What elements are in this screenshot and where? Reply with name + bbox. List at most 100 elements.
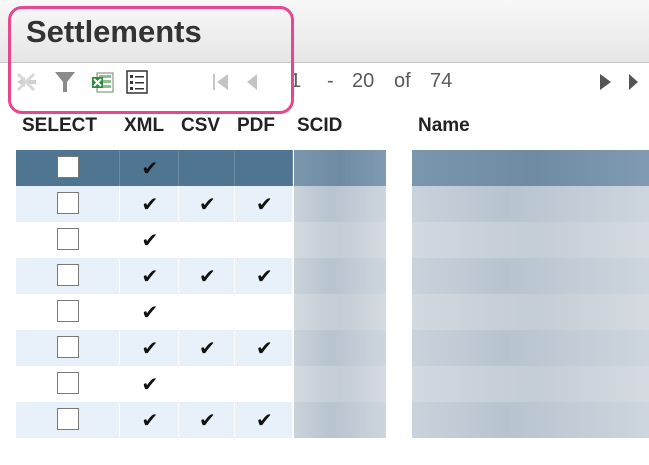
- name-redacted: [412, 330, 649, 366]
- filter-icon[interactable]: [52, 69, 78, 95]
- cell-pdf: ✔: [235, 186, 293, 222]
- col-header-select[interactable]: SELECT: [22, 115, 97, 143]
- check-xml-icon: ✔: [141, 410, 159, 432]
- grid-toolbar: 1 - 20 of 74: [0, 63, 649, 111]
- column-list-icon[interactable]: [124, 69, 150, 95]
- col-header-scid[interactable]: SCID: [297, 115, 342, 143]
- col-header-name[interactable]: Name: [418, 115, 470, 143]
- clear-filter-icon[interactable]: [14, 69, 40, 95]
- cell-csv: ✔: [179, 402, 235, 438]
- cell-csv: ✔: [179, 186, 235, 222]
- name-redacted: [412, 294, 649, 330]
- next-page-icon[interactable]: [592, 69, 618, 95]
- scid-redacted: [294, 186, 386, 222]
- cell-xml: ✔: [120, 222, 179, 258]
- cell-xml: ✔: [120, 402, 179, 438]
- pager-dash: -: [327, 70, 334, 92]
- name-redacted: [412, 186, 649, 222]
- row-select-checkbox[interactable]: [57, 336, 79, 358]
- name-redacted: [412, 150, 649, 186]
- check-xml-icon: ✔: [141, 374, 159, 396]
- col-header-csv[interactable]: CSV: [181, 115, 220, 143]
- panel-titlebar: Settlements: [0, 0, 649, 63]
- cell-xml: ✔: [120, 186, 179, 222]
- name-redacted: [412, 222, 649, 258]
- first-page-icon[interactable]: [208, 69, 234, 95]
- cell-select: [16, 330, 120, 366]
- row-select-checkbox[interactable]: [57, 408, 79, 430]
- table-row[interactable]: ✔: [16, 366, 649, 402]
- cell-xml: ✔: [120, 330, 179, 366]
- cell-csv: [179, 294, 235, 330]
- check-pdf-icon: ✔: [256, 194, 273, 216]
- check-xml-icon: ✔: [141, 230, 159, 252]
- cell-select: [16, 150, 120, 186]
- cell-xml: ✔: [120, 366, 179, 402]
- excel-export-icon[interactable]: [90, 69, 116, 95]
- name-redacted: [412, 402, 649, 438]
- prev-page-icon[interactable]: [240, 69, 266, 95]
- cell-xml: ✔: [120, 294, 179, 330]
- cell-csv: ✔: [179, 330, 235, 366]
- pager-from: 1: [290, 70, 302, 92]
- cell-pdf: ✔: [235, 258, 293, 294]
- table-row[interactable]: ✔ ✔ ✔: [16, 258, 649, 294]
- pager-of-label: of: [394, 70, 411, 92]
- cell-pdf: [235, 294, 293, 330]
- check-xml-icon: ✔: [141, 194, 159, 216]
- check-pdf-icon: ✔: [256, 338, 273, 360]
- row-select-checkbox[interactable]: [57, 300, 79, 322]
- check-pdf-icon: ✔: [256, 410, 273, 432]
- cell-select: [16, 402, 120, 438]
- cell-csv: [179, 222, 235, 258]
- table-row[interactable]: ✔ ✔ ✔: [16, 186, 649, 222]
- check-pdf-icon: ✔: [256, 266, 273, 288]
- name-redacted: [412, 366, 649, 402]
- cell-select: [16, 222, 120, 258]
- cell-pdf: ✔: [235, 402, 293, 438]
- name-redacted: [412, 258, 649, 294]
- scid-redacted: [294, 402, 386, 438]
- cell-pdf: [235, 222, 293, 258]
- last-page-icon[interactable]: [626, 69, 649, 95]
- table-row[interactable]: ✔ ✔ ✔: [16, 402, 649, 438]
- check-csv-icon: ✔: [199, 410, 216, 432]
- cell-select: [16, 258, 120, 294]
- table-row[interactable]: ✔ ✔ ✔: [16, 330, 649, 366]
- row-select-checkbox[interactable]: [57, 192, 79, 214]
- row-select-checkbox[interactable]: [57, 372, 79, 394]
- table-row[interactable]: ✔: [16, 294, 649, 330]
- cell-select: [16, 366, 120, 402]
- cell-pdf: [235, 150, 293, 186]
- cell-pdf: [235, 366, 293, 402]
- cell-select: [16, 186, 120, 222]
- row-select-checkbox[interactable]: [57, 264, 79, 286]
- check-csv-icon: ✔: [199, 194, 216, 216]
- pager-total: 74: [430, 70, 453, 92]
- cell-xml: ✔: [120, 150, 179, 186]
- scid-redacted: [294, 258, 386, 294]
- scid-redacted: [294, 150, 386, 186]
- scid-redacted: [294, 366, 386, 402]
- row-select-checkbox[interactable]: [57, 156, 79, 178]
- cell-csv: [179, 366, 235, 402]
- scid-redacted: [294, 330, 386, 366]
- check-xml-icon: ✔: [141, 302, 159, 324]
- check-xml-icon: ✔: [141, 338, 159, 360]
- scid-redacted: [294, 294, 386, 330]
- cell-pdf: ✔: [235, 330, 293, 366]
- cell-select: [16, 294, 120, 330]
- cell-csv: ✔: [179, 258, 235, 294]
- table-row[interactable]: ✔: [16, 150, 649, 186]
- pager-to: 20: [352, 70, 375, 92]
- row-select-checkbox[interactable]: [57, 228, 79, 250]
- cell-csv: [179, 150, 235, 186]
- scid-redacted: [294, 222, 386, 258]
- check-csv-icon: ✔: [199, 338, 216, 360]
- check-xml-icon: ✔: [141, 266, 159, 288]
- check-csv-icon: ✔: [199, 266, 216, 288]
- table-row[interactable]: ✔: [16, 222, 649, 258]
- col-header-pdf[interactable]: PDF: [237, 115, 275, 143]
- check-xml-icon: ✔: [141, 158, 159, 180]
- col-header-xml[interactable]: XML: [124, 115, 164, 143]
